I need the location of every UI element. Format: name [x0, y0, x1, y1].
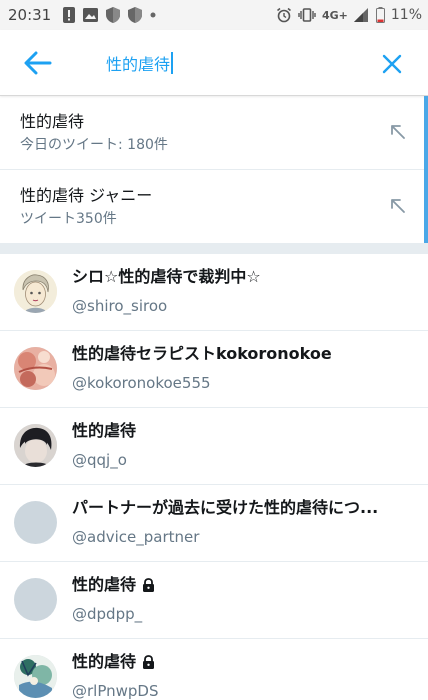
- default-avatar[interactable]: [14, 578, 57, 621]
- user-result-row[interactable]: シロ☆性的虐待で裁判中☆ @shiro_siroo: [0, 254, 428, 331]
- avatar-photo: [14, 347, 57, 390]
- user-result-row[interactable]: パートナーが過去に受けた性的虐待につ... @advice_partner: [0, 485, 428, 562]
- user-display-name: 性的虐待: [72, 574, 412, 596]
- shield-icon: [106, 7, 121, 23]
- suggestion-title: 性的虐待 ジャニー: [20, 186, 153, 205]
- user-info: 性的虐待 @rlPnwpDS: [72, 651, 412, 700]
- user-info: 性的虐待セラピストkokoronokoe @kokoronokoe555: [72, 343, 412, 393]
- user-result-row[interactable]: 性的虐待セラピストkokoronokoe @kokoronokoe555: [0, 331, 428, 408]
- section-divider: [0, 243, 428, 254]
- notification-icons: [63, 7, 156, 23]
- user-info: シロ☆性的虐待で裁判中☆ @shiro_siroo: [72, 266, 412, 316]
- suggestion-title: 性的虐待: [20, 112, 85, 131]
- user-handle: @kokoronokoe555: [72, 374, 211, 392]
- user-result-row[interactable]: 性的虐待 @qqj_o: [0, 408, 428, 485]
- alarm-icon: [276, 7, 291, 23]
- search-input[interactable]: 性的虐待: [106, 50, 366, 76]
- suggestion-item[interactable]: 性的虐待 今日のツイート: 180件: [0, 96, 428, 170]
- user-info: 性的虐待 @qqj_o: [72, 420, 412, 470]
- user-info: パートナーが過去に受けた性的虐待につ... @advice_partner: [72, 497, 412, 547]
- clear-search-button[interactable]: [376, 48, 408, 80]
- avatar-art: [14, 655, 57, 698]
- avatar-drawing: [14, 270, 57, 313]
- user-display-name: 性的虐待セラピストkokoronokoe: [72, 344, 332, 363]
- network-type: 4G+: [321, 8, 348, 22]
- user-display-name: 性的虐待: [72, 651, 412, 673]
- user-handle: @advice_partner: [72, 528, 200, 546]
- avatar[interactable]: [14, 424, 57, 467]
- battery-percent: 11%: [390, 7, 422, 23]
- battery-icon: [375, 7, 385, 23]
- user-handle: @shiro_siroo: [72, 297, 168, 315]
- search-query-text: 性的虐待: [106, 55, 171, 74]
- shield-icon: [128, 7, 143, 23]
- user-display-name: シロ☆性的虐待で裁判中☆: [72, 267, 261, 286]
- back-arrow-icon: [24, 51, 52, 75]
- fill-query-arrow-icon[interactable]: [390, 198, 406, 214]
- dot-icon: [150, 12, 156, 18]
- suggestion-item[interactable]: 性的虐待 ジャニー ツイート350件: [0, 170, 428, 243]
- avatar[interactable]: [14, 347, 57, 390]
- suggestion-subtitle: 今日のツイート: 180件: [20, 137, 168, 153]
- lock-icon: [143, 655, 155, 669]
- status-bar: 20:31 4G+ 11%: [0, 0, 428, 30]
- lock-icon: [143, 578, 155, 592]
- search-suggestions: 性的虐待 今日のツイート: 180件 性的虐待 ジャニー ツイート350件: [0, 96, 428, 243]
- close-icon: [382, 54, 402, 74]
- back-button[interactable]: [18, 45, 58, 81]
- alert-icon: [63, 7, 76, 23]
- user-result-row[interactable]: 性的虐待 @dpdpp_: [0, 562, 428, 639]
- user-handle: @rlPnwpDS: [72, 682, 159, 700]
- suggestion-subtitle: ツイート350件: [20, 211, 117, 227]
- scrollbar[interactable]: [424, 96, 428, 246]
- text-caret: [171, 52, 174, 74]
- avatar[interactable]: [14, 655, 57, 698]
- image-icon: [83, 8, 99, 22]
- user-display-name-text: 性的虐待: [72, 575, 137, 594]
- user-handle: @dpdpp_: [72, 605, 143, 623]
- search-header: 性的虐待: [0, 30, 428, 96]
- user-handle: @qqj_o: [72, 451, 127, 469]
- default-avatar[interactable]: [14, 501, 57, 544]
- avatar-photo: [14, 424, 57, 467]
- user-info: 性的虐待 @dpdpp_: [72, 574, 412, 624]
- status-time: 20:31: [8, 6, 52, 24]
- avatar[interactable]: [14, 270, 57, 313]
- user-result-row[interactable]: 性的虐待 @rlPnwpDS: [0, 639, 428, 700]
- fill-query-arrow-icon[interactable]: [390, 124, 406, 140]
- user-display-name: パートナーが過去に受けた性的虐待につ...: [72, 498, 379, 517]
- signal-icon: [353, 8, 368, 22]
- user-results: シロ☆性的虐待で裁判中☆ @shiro_siroo 性的虐待セラピストkokor…: [0, 254, 428, 700]
- user-display-name: 性的虐待: [72, 421, 137, 440]
- system-icons: 4G+ 11%: [276, 7, 422, 23]
- vibrate-icon: [298, 8, 316, 22]
- user-display-name-text: 性的虐待: [72, 652, 137, 671]
